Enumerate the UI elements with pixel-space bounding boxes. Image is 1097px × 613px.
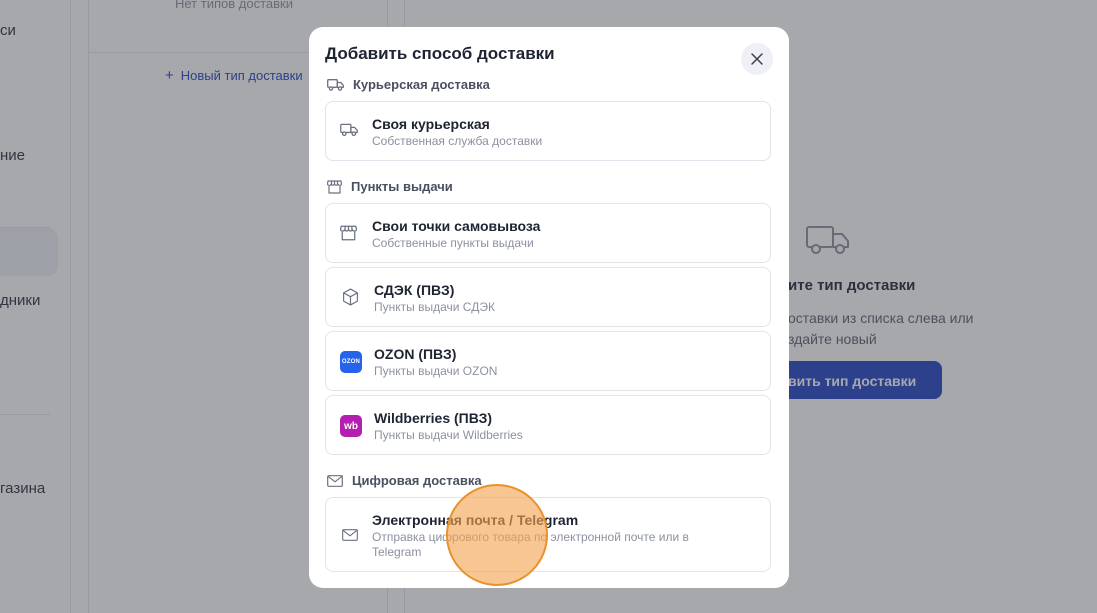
- section-label: Пункты выдачи: [351, 179, 453, 194]
- option-email-telegram[interactable]: Электронная почта / Telegram Отправка ци…: [325, 497, 771, 572]
- wildberries-logo-mark: wb: [340, 415, 362, 437]
- option-cdek[interactable]: СДЭК (ПВЗ) Пункты выдачи СДЭК: [325, 267, 771, 327]
- dialog-title: Добавить способ доставки: [325, 44, 555, 63]
- mail-icon: [342, 528, 358, 546]
- add-delivery-method-dialog: Добавить способ доставки Курьерская дост…: [309, 27, 789, 588]
- ozon-logo: OZON: [340, 351, 362, 373]
- option-own-courier[interactable]: Своя курьерская Собственная служба доста…: [325, 101, 771, 161]
- section-pickup: Пункты выдачи: [327, 179, 453, 194]
- option-ozon[interactable]: OZON OZON (ПВЗ) Пункты выдачи OZON: [325, 331, 771, 391]
- option-description: Отправка цифрового товара по электронной…: [372, 530, 689, 559]
- option-description: Пункты выдачи Wildberries: [374, 428, 523, 442]
- truck-icon: [327, 78, 344, 91]
- package-icon: [342, 288, 359, 311]
- close-button[interactable]: [741, 43, 773, 75]
- option-description: Пункты выдачи OZON: [374, 364, 498, 378]
- option-name: СДЭК (ПВЗ): [374, 282, 455, 298]
- option-description: Собственные пункты выдачи: [372, 236, 534, 250]
- section-label: Курьерская доставка: [353, 77, 490, 92]
- option-description: Пункты выдачи СДЭК: [374, 300, 495, 314]
- option-name: Wildberries (ПВЗ): [374, 410, 493, 426]
- section-digital: Цифровая доставка: [327, 473, 482, 488]
- truck-icon: [340, 123, 358, 142]
- option-description: Собственная служба доставки: [372, 134, 543, 148]
- section-courier: Курьерская доставка: [327, 77, 490, 92]
- close-icon: [751, 53, 763, 65]
- option-wildberries[interactable]: wb Wildberries (ПВЗ) Пункты выдачи Wildb…: [325, 395, 771, 455]
- click-highlight: [446, 484, 548, 586]
- store-icon: [327, 179, 342, 194]
- mail-icon: [327, 474, 343, 487]
- option-name: OZON (ПВЗ): [374, 346, 457, 362]
- ozon-logo-mark: OZON: [340, 351, 362, 373]
- option-own-pickup-points[interactable]: Свои точки самовывоза Собственные пункты…: [325, 203, 771, 263]
- option-name: Своя курьерская: [372, 116, 490, 132]
- store-icon: [339, 225, 358, 246]
- option-name: Свои точки самовывоза: [372, 218, 541, 234]
- section-label: Цифровая доставка: [352, 473, 482, 488]
- wildberries-logo: wb: [340, 415, 362, 437]
